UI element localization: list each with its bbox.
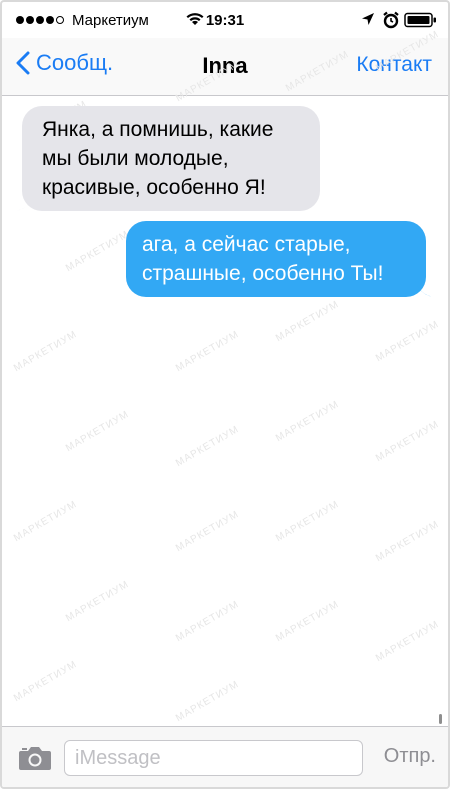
camera-icon[interactable] [18, 745, 52, 776]
contact-button[interactable]: Контакт [356, 53, 432, 77]
watermark: МАРКЕТИУМ [374, 518, 442, 565]
watermark: МАРКЕТИУМ [12, 658, 80, 705]
watermark: МАРКЕТИУМ [64, 228, 132, 275]
watermark: МАРКЕТИУМ [174, 678, 242, 725]
watermark: МАРКЕТИУМ [274, 298, 342, 345]
bubble-tail-icon [16, 191, 34, 211]
watermark: МАРКЕТИУМ [374, 618, 442, 665]
navigation-bar: Сообщ. Inna Контакт [2, 38, 448, 96]
watermark: МАРКЕТИУМ [12, 328, 80, 375]
watermark: МАРКЕТИУМ [274, 398, 342, 445]
bubble-tail-icon [415, 277, 433, 297]
chevron-left-icon [16, 51, 30, 75]
back-button[interactable]: Сообщ. [16, 50, 113, 76]
message-text: Янка, а помнишь, какие мы были молодые, … [42, 118, 274, 199]
watermark: МАРКЕТИУМ [64, 408, 132, 455]
watermark: МАРКЕТИУМ [174, 423, 242, 470]
watermark: МАРКЕТИУМ [374, 418, 442, 465]
watermark: МАРКЕТИУМ [64, 578, 132, 625]
phone-screen: Маркетиум 19:31 Сообщ. Inna Контакт МАРК… [0, 0, 450, 789]
message-text: ага, а сейчас старые, страшные, особенно… [142, 233, 384, 285]
back-button-label: Сообщ. [36, 50, 114, 75]
battery-icon [404, 12, 438, 33]
watermark: МАРКЕТИУМ [174, 328, 242, 375]
incoming-message-bubble[interactable]: Янка, а помнишь, какие мы были молодые, … [16, 106, 320, 211]
alarm-clock-icon [382, 11, 400, 34]
send-button[interactable]: Отпр. [384, 745, 436, 768]
outgoing-message-bubble[interactable]: ага, а сейчас старые, страшные, особенно… [126, 221, 433, 297]
status-bar: Маркетиум 19:31 [2, 2, 448, 38]
watermark: МАРКЕТИУМ [174, 508, 242, 555]
imessage-input[interactable] [64, 740, 363, 776]
watermark: МАРКЕТИУМ [274, 498, 342, 545]
watermark: МАРКЕТИУМ [274, 598, 342, 645]
watermark: МАРКЕТИУМ [374, 318, 442, 365]
location-arrow-icon [360, 11, 376, 32]
message-thread[interactable]: МАРКЕТИУМ МАРКЕТИУМ МАРКЕТИУМ МАРКЕТИУМ … [2, 29, 448, 726]
message-input-bar: Отпр. [2, 726, 448, 787]
watermark: МАРКЕТИУМ [174, 598, 242, 645]
watermark: МАРКЕТИУМ [12, 498, 80, 545]
scroll-indicator[interactable] [439, 714, 442, 724]
